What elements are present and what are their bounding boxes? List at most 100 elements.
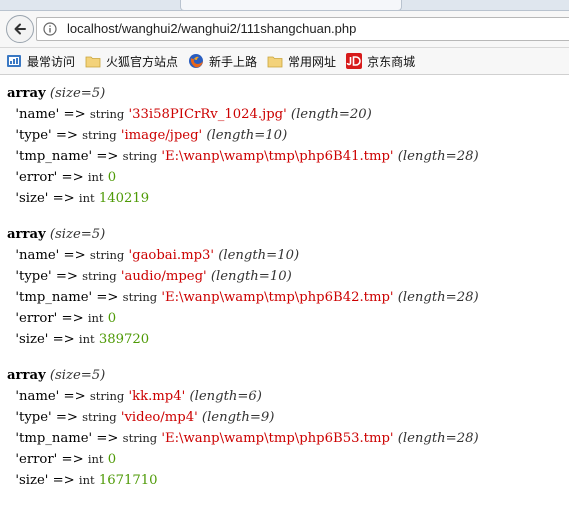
- entry-type: string: [122, 149, 158, 163]
- entry-length: (length=10): [218, 248, 300, 263]
- entry-value: 'audio/mpeg': [120, 269, 207, 284]
- entry-type: string: [82, 410, 117, 424]
- entry-value: '33i58PICrRv_1024.jpg': [128, 107, 287, 122]
- entry-key: 'error': [15, 170, 58, 185]
- entry-arrow: =>: [63, 389, 86, 404]
- entry-arrow: =>: [61, 170, 84, 185]
- entry-size: 'size' => int 140219: [7, 188, 479, 209]
- entry-key: 'name': [15, 389, 60, 404]
- entry-name: 'name' => string '33i58PICrRv_1024.jpg' …: [7, 104, 479, 125]
- entry-key: 'type': [15, 128, 52, 143]
- entry-value: 389720: [98, 332, 150, 347]
- bookmark-jd-mall[interactable]: 京东商城: [346, 53, 415, 70]
- entry-arrow: =>: [96, 290, 119, 305]
- entry-error: 'error' => int 0: [7, 449, 479, 470]
- bookmarks-toolbar: 最常访问 火狐官方站点 新手上路 常用网址 京东商城: [0, 48, 569, 75]
- entry-value: 0: [107, 170, 117, 185]
- entry-type: string: [82, 128, 117, 142]
- entry-tmp-name: 'tmp_name' => string 'E:\wanp\wamp\tmp\p…: [7, 428, 479, 449]
- entry-type: int: [87, 452, 104, 466]
- bookmark-firefox-official[interactable]: 火狐官方站点: [85, 53, 178, 70]
- entry-length: (length=28): [397, 149, 479, 164]
- array-size: (size=5): [49, 86, 106, 101]
- bookmark-label: 新手上路: [209, 54, 258, 69]
- entry-type: string: [89, 389, 125, 403]
- entry-value: 'E:\wanp\wamp\tmp\php6B42.tmp': [161, 290, 394, 305]
- entry-error: 'error' => int 0: [7, 167, 479, 188]
- site-info-icon[interactable]: [43, 22, 57, 36]
- entry-value: 1671710: [98, 473, 158, 488]
- entry-name: 'name' => string 'gaobai.mp3' (length=10…: [7, 245, 479, 266]
- entry-value: 'image/jpeg': [120, 128, 203, 143]
- entry-type: string: [122, 290, 158, 304]
- entry-error: 'error' => int 0: [7, 308, 479, 329]
- entry-arrow: =>: [96, 431, 119, 446]
- entry-arrow: =>: [55, 410, 78, 425]
- entry-key: 'type': [15, 410, 52, 425]
- array-header: array (size=5): [7, 225, 479, 245]
- entry-type: int: [87, 170, 104, 184]
- entry-key: 'size': [15, 473, 49, 488]
- entry-type: string: [82, 269, 117, 283]
- entry-size: 'size' => int 1671710: [7, 470, 479, 491]
- entry-type-field: 'type' => string 'audio/mpeg' (length=10…: [7, 266, 479, 287]
- entry-length: (length=9): [201, 410, 275, 425]
- entry-type: int: [78, 332, 95, 346]
- entry-size: 'size' => int 389720: [7, 329, 479, 350]
- entry-arrow: =>: [52, 191, 75, 206]
- jd-logo-icon: [346, 53, 363, 69]
- entry-key: 'size': [15, 191, 49, 206]
- entry-name: 'name' => string 'kk.mp4' (length=6): [7, 386, 479, 407]
- entry-key: 'name': [15, 248, 60, 263]
- navigation-bar: localhost/wanghui2/wanghui2/111shangchua…: [0, 11, 569, 48]
- entry-key: 'type': [15, 269, 52, 284]
- active-tab[interactable]: [180, 0, 402, 11]
- entry-value: 'E:\wanp\wamp\tmp\php6B41.tmp': [161, 149, 394, 164]
- entry-value: 'kk.mp4': [128, 389, 186, 404]
- entry-value: 'gaobai.mp3': [128, 248, 215, 263]
- entry-tmp-name: 'tmp_name' => string 'E:\wanp\wamp\tmp\p…: [7, 146, 479, 167]
- array-keyword: array: [7, 368, 46, 383]
- entry-key: 'name': [15, 107, 60, 122]
- entry-value: 'video/mp4': [120, 410, 198, 425]
- entry-arrow: =>: [61, 311, 84, 326]
- entry-arrow: =>: [96, 149, 119, 164]
- bookmark-getting-started[interactable]: 新手上路: [188, 53, 257, 70]
- array-size: (size=5): [49, 368, 106, 383]
- entry-key: 'tmp_name': [15, 431, 93, 446]
- folder-icon: [85, 56, 101, 68]
- entry-tmp-name: 'tmp_name' => string 'E:\wanp\wamp\tmp\p…: [7, 287, 479, 308]
- array-dump-3: array (size=5) 'name' => string 'kk.mp4'…: [7, 366, 479, 491]
- entry-type-field: 'type' => string 'video/mp4' (length=9): [7, 407, 479, 428]
- bookmark-label: 常用网址: [288, 54, 337, 69]
- entry-key: 'tmp_name': [15, 149, 93, 164]
- entry-value: 0: [107, 311, 117, 326]
- entry-type: int: [78, 191, 95, 205]
- array-keyword: array: [7, 227, 46, 242]
- entry-value: 'E:\wanp\wamp\tmp\php6B53.tmp': [161, 431, 394, 446]
- bookmark-label: 最常访问: [27, 54, 76, 69]
- entry-key: 'tmp_name': [15, 290, 93, 305]
- entry-type: string: [89, 248, 125, 262]
- entry-key: 'error': [15, 452, 58, 467]
- entry-length: (length=6): [189, 389, 262, 404]
- bookmark-most-visited[interactable]: 最常访问: [6, 53, 75, 70]
- url-text[interactable]: localhost/wanghui2/wanghui2/111shangchua…: [67, 21, 356, 36]
- entry-arrow: =>: [55, 128, 78, 143]
- entry-length: (length=28): [397, 431, 479, 446]
- entry-length: (length=28): [397, 290, 479, 305]
- bookmark-common-sites[interactable]: 常用网址: [267, 53, 336, 70]
- entry-value: 0: [107, 452, 117, 467]
- entry-arrow: =>: [63, 107, 86, 122]
- tab-strip: [0, 0, 569, 11]
- entry-arrow: =>: [52, 332, 75, 347]
- array-header: array (size=5): [7, 84, 479, 104]
- entry-arrow: =>: [63, 248, 86, 263]
- back-button[interactable]: [6, 15, 34, 43]
- entry-key: 'error': [15, 311, 58, 326]
- bookmark-label: 火狐官方站点: [106, 54, 179, 69]
- entry-type: int: [78, 473, 95, 487]
- address-bar[interactable]: localhost/wanghui2/wanghui2/111shangchua…: [36, 17, 569, 41]
- array-dump-1: array (size=5) 'name' => string '33i58PI…: [7, 84, 479, 209]
- entry-type: string: [122, 431, 158, 445]
